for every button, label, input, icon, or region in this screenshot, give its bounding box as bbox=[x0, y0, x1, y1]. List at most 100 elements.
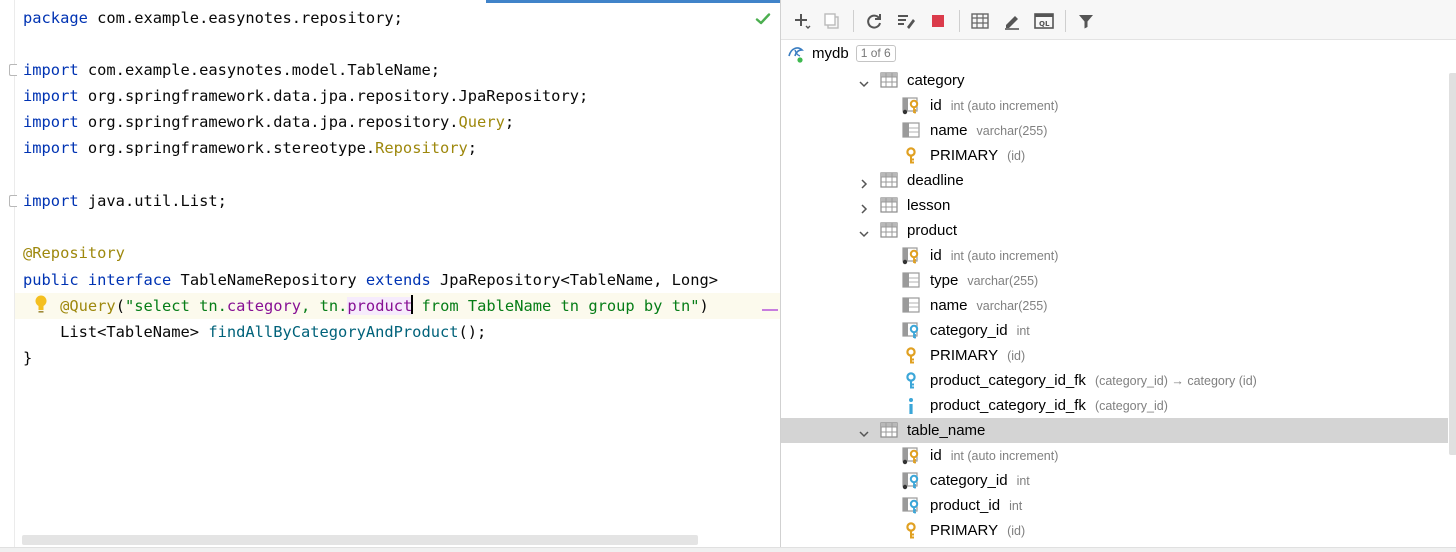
code-line-import[interactable]: import org.springframework.stereotype.Re… bbox=[23, 135, 477, 161]
column-type: int bbox=[1009, 499, 1023, 513]
column-label: PRIMARY bbox=[930, 347, 999, 364]
column-name: id int (auto increment) bbox=[930, 93, 1058, 118]
tree-node-primary-key-column[interactable]: id int (auto increment) bbox=[781, 443, 1448, 468]
key-icon bbox=[904, 147, 922, 165]
status-bar-edge bbox=[0, 547, 1456, 552]
add-icon[interactable] bbox=[791, 10, 813, 32]
chevron-down-icon[interactable] bbox=[858, 425, 870, 438]
code-line-package[interactable]: package com.example.easynotes.repository… bbox=[23, 5, 403, 31]
column-name: PRIMARY (id) bbox=[930, 518, 1025, 543]
table-icon bbox=[880, 172, 898, 190]
chevron-right-icon[interactable] bbox=[858, 200, 870, 214]
column-label: category_id bbox=[930, 322, 1008, 339]
tree-node-table-lesson[interactable]: lesson bbox=[781, 193, 1448, 218]
code-line-annotation[interactable]: @Repository bbox=[23, 240, 125, 266]
column-type: varchar(255) bbox=[976, 299, 1048, 313]
fold-marker[interactable] bbox=[9, 195, 17, 207]
column-label: name bbox=[930, 122, 968, 139]
foreign-key-column-icon bbox=[902, 322, 920, 340]
column-name: type varchar(255) bbox=[930, 268, 1038, 293]
column-label: PRIMARY bbox=[930, 522, 999, 539]
column-icon bbox=[902, 272, 920, 290]
editor-gutter bbox=[0, 0, 17, 552]
tree-node-key[interactable]: PRIMARY (id) bbox=[781, 143, 1448, 168]
stop-icon[interactable] bbox=[927, 10, 949, 32]
horizontal-scrollbar[interactable] bbox=[22, 535, 698, 545]
tree-node-table-table-name[interactable]: table_name bbox=[781, 418, 1448, 443]
key-icon bbox=[904, 522, 922, 540]
code-line-interface-declaration[interactable]: public interface TableNameRepository ext… bbox=[23, 267, 718, 293]
table-icon bbox=[880, 222, 898, 240]
datasource-label: mydb bbox=[812, 45, 849, 62]
tree-node-primary-key-column[interactable]: id int (auto increment) bbox=[781, 243, 1448, 268]
toolbar-separator bbox=[1065, 10, 1066, 32]
index-icon bbox=[906, 397, 924, 415]
tree-node-foreign-key-column[interactable]: product_id int bbox=[781, 493, 1448, 518]
table-name: lesson bbox=[907, 197, 951, 214]
tree-node-table-deadline[interactable]: deadline bbox=[781, 168, 1448, 193]
primary-key-column-icon bbox=[902, 97, 920, 115]
column-label: product_category_id_fk bbox=[930, 397, 1086, 414]
chevron-down-icon[interactable] bbox=[858, 225, 870, 238]
fold-marker[interactable] bbox=[9, 64, 17, 76]
code-editor[interactable]: package com.example.easynotes.repository… bbox=[0, 0, 780, 552]
code-line-import[interactable]: import org.springframework.data.jpa.repo… bbox=[23, 109, 514, 135]
column-name: product_category_id_fk (category_id) → ca… bbox=[930, 368, 1257, 393]
tree-node-foreign-key[interactable]: product_category_id_fk (category_id) → ca… bbox=[781, 368, 1448, 393]
vertical-scrollbar[interactable] bbox=[1449, 73, 1456, 455]
no-problems-check-icon[interactable] bbox=[754, 10, 772, 32]
edit-icon[interactable] bbox=[1001, 10, 1023, 32]
column-label: id bbox=[930, 247, 942, 264]
column-name: id int (auto increment) bbox=[930, 243, 1058, 268]
tree-node-primary-key-column[interactable]: id int (auto increment) bbox=[781, 93, 1448, 118]
query-console-icon[interactable]: QL bbox=[1033, 10, 1055, 32]
tree-node-column[interactable]: name varchar(255) bbox=[781, 118, 1448, 143]
toolbar-separator bbox=[853, 10, 854, 32]
properties-icon[interactable] bbox=[895, 10, 917, 32]
code-line-closing-brace[interactable]: } bbox=[23, 345, 32, 371]
column-name: product_id int bbox=[930, 493, 1022, 518]
table-view-icon[interactable] bbox=[969, 10, 991, 32]
column-name: name varchar(255) bbox=[930, 118, 1047, 143]
code-line-import[interactable]: import java.util.List; bbox=[23, 188, 227, 214]
chevron-right-icon[interactable] bbox=[858, 175, 870, 189]
tree-node-key[interactable]: PRIMARY (id) bbox=[781, 343, 1448, 368]
column-type: (id) bbox=[1007, 524, 1026, 538]
tree-node-table-product[interactable]: product bbox=[781, 218, 1448, 243]
column-icon bbox=[902, 297, 920, 315]
column-label: product_category_id_fk bbox=[930, 372, 1086, 389]
column-name: category_id int bbox=[930, 468, 1030, 493]
database-tree[interactable]: mydb 1 of 6 category id int (auto increment)… bbox=[781, 41, 1456, 552]
tree-node-foreign-key-column[interactable]: category_id int bbox=[781, 318, 1448, 343]
tree-node-table-category[interactable]: category bbox=[781, 68, 1448, 93]
column-name: category_id int bbox=[930, 318, 1030, 343]
refresh-icon[interactable] bbox=[863, 10, 885, 32]
column-type: int bbox=[1016, 474, 1030, 488]
chevron-down-icon[interactable] bbox=[858, 75, 870, 88]
column-type: int (auto increment) bbox=[950, 249, 1059, 263]
column-label: PRIMARY bbox=[930, 147, 999, 164]
table-name: table_name bbox=[907, 422, 986, 439]
code-line-query-annotation[interactable]: @Query("select tn.category, tn.product f… bbox=[23, 293, 709, 319]
column-label: product_id bbox=[930, 497, 1001, 514]
key-icon bbox=[904, 347, 922, 365]
duplicate-icon[interactable] bbox=[821, 10, 843, 32]
table-name: deadline bbox=[907, 172, 964, 189]
tree-node-index[interactable]: product_category_id_fk (category_id) bbox=[781, 393, 1448, 418]
code-line-import[interactable]: import com.example.easynotes.model.Table… bbox=[23, 57, 440, 83]
database-tool-window: QL mydb 1 of 6 category id int (auto increme… bbox=[780, 0, 1456, 552]
tree-node-primary-foreign-key-column[interactable]: category_id int bbox=[781, 468, 1448, 493]
tree-node-column[interactable]: type varchar(255) bbox=[781, 268, 1448, 293]
column-type: int bbox=[1016, 324, 1030, 338]
svg-text:QL: QL bbox=[1039, 20, 1050, 28]
code-line-import[interactable]: import org.springframework.data.jpa.repo… bbox=[23, 83, 588, 109]
filter-icon[interactable] bbox=[1075, 10, 1097, 32]
column-type: (id) bbox=[1007, 149, 1026, 163]
code-line-method[interactable]: List<TableName> findAllByCategoryAndProd… bbox=[23, 319, 486, 345]
tree-node-datasource[interactable]: mydb 1 of 6 bbox=[781, 41, 1448, 66]
tree-node-column[interactable]: name varchar(255) bbox=[781, 293, 1448, 318]
column-name: id int (auto increment) bbox=[930, 443, 1058, 468]
table-icon bbox=[880, 197, 898, 215]
column-type: (category_id) → category (id) bbox=[1094, 374, 1257, 388]
tree-node-key[interactable]: PRIMARY (id) bbox=[781, 518, 1448, 543]
